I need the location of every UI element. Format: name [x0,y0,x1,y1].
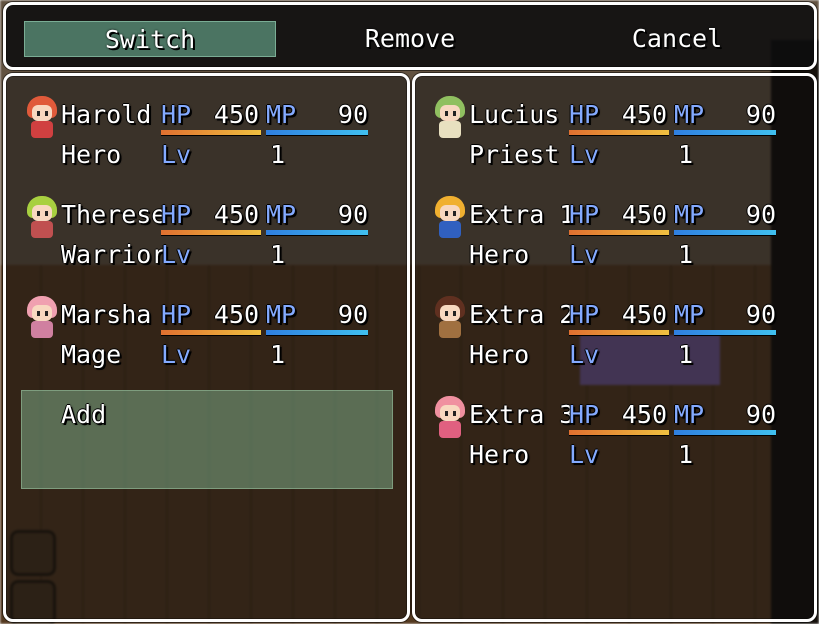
mp-value: 90 [745,300,776,329]
hp-value: 450 [621,200,667,229]
hp-label: HP [161,100,192,129]
member-name: Harold [61,100,152,129]
hp-gauge [161,330,261,336]
level-label: Lv [161,140,192,169]
level-value: 1 [269,340,285,369]
mp-value: 90 [337,100,368,129]
hp-label: HP [569,300,600,329]
hp-value: 450 [213,200,259,229]
character-face-icon [432,196,468,240]
hp-value: 450 [621,100,667,129]
level-label: Lv [569,240,600,269]
level-value: 1 [677,240,693,269]
hp-gauge [569,330,669,336]
cancel-command[interactable]: Cancel [546,21,808,57]
level-label: Lv [569,440,600,469]
hp-gauge [161,130,261,136]
hp-label: HP [569,400,600,429]
member-name: Extra 2 [469,300,575,329]
level-value: 1 [269,140,285,169]
mp-value: 90 [745,200,776,229]
hp-gauge [569,230,669,236]
member-class: Hero [469,240,530,269]
hp-value: 450 [621,400,667,429]
mp-label: MP [266,100,297,129]
member-name: Extra 3 [469,400,575,429]
hp-label: HP [161,300,192,329]
mp-gauge [266,230,368,236]
level-label: Lv [569,140,600,169]
member-name: Therese [61,200,167,229]
hp-label: HP [161,200,192,229]
member-name: Lucius [469,100,560,129]
member-name: Marsha [61,300,152,329]
hp-value: 450 [621,300,667,329]
hp-label: HP [569,100,600,129]
hp-gauge [569,430,669,436]
mp-gauge [266,330,368,336]
mp-value: 90 [337,300,368,329]
member-class: Priest [469,140,560,169]
mp-label: MP [674,200,705,229]
level-label: Lv [161,240,192,269]
mp-label: MP [674,100,705,129]
mp-value: 90 [745,400,776,429]
mp-label: MP [266,300,297,329]
level-label: Lv [161,340,192,369]
hp-label: HP [569,200,600,229]
level-value: 1 [677,340,693,369]
member-class: Mage [61,340,122,369]
character-face-icon [432,96,468,140]
switch-command[interactable]: Switch [24,21,276,57]
mp-value: 90 [337,200,368,229]
mp-label: MP [674,400,705,429]
level-value: 1 [677,440,693,469]
command-window: Switch Remove Cancel [3,2,817,70]
mp-gauge [674,430,776,436]
hp-value: 450 [213,100,259,129]
hp-gauge [569,130,669,136]
character-face-icon [24,96,60,140]
level-label: Lv [569,340,600,369]
mp-value: 90 [745,100,776,129]
member-name: Extra 1 [469,200,575,229]
mp-gauge [674,330,776,336]
character-face-icon [24,196,60,240]
remove-command[interactable]: Remove [284,21,536,57]
hp-value: 450 [213,300,259,329]
member-class: Hero [469,440,530,469]
hp-gauge [161,230,261,236]
level-value: 1 [677,140,693,169]
member-class: Warrior [61,240,167,269]
level-value: 1 [269,240,285,269]
character-face-icon [24,296,60,340]
member-class: Hero [469,340,530,369]
character-face-icon [432,296,468,340]
add-label: Add [61,400,107,429]
character-face-icon [432,396,468,440]
mp-label: MP [674,300,705,329]
mp-gauge [266,130,368,136]
mp-label: MP [266,200,297,229]
member-class: Hero [61,140,122,169]
mp-gauge [674,230,776,236]
mp-gauge [674,130,776,136]
